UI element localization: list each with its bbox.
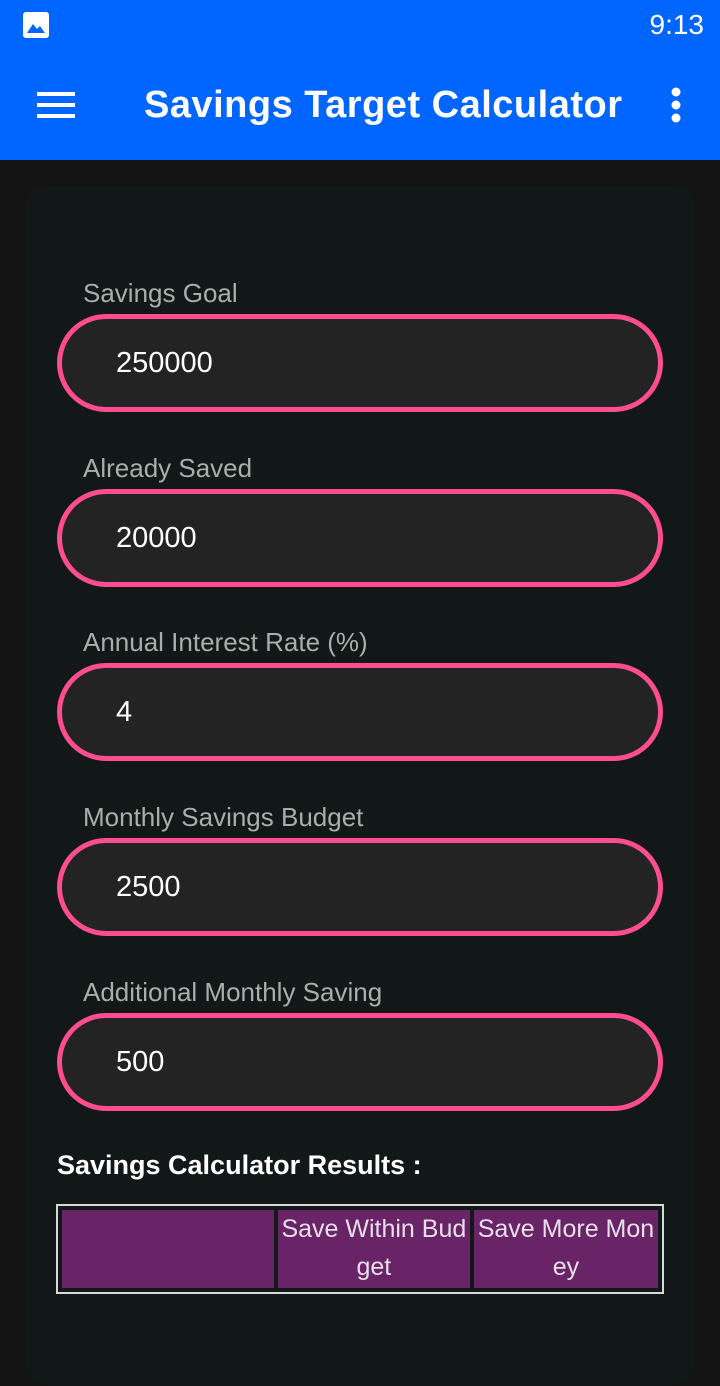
more-options-button[interactable] (656, 77, 696, 133)
results-title: Savings Calculator Results : (57, 1150, 422, 1180)
savings-goal-input[interactable] (57, 314, 663, 412)
status-bar: 9:13 (0, 0, 720, 50)
more-vert-icon (671, 87, 681, 123)
menu-button[interactable] (28, 77, 84, 133)
gallery-icon (23, 12, 49, 38)
status-time: 9:13 (649, 9, 705, 40)
results-header-cell: Save Within Budget (277, 1210, 470, 1288)
monthly-budget-input[interactable] (57, 838, 663, 936)
hamburger-menu-icon (37, 92, 75, 118)
app-title: Savings Target Calculator (144, 84, 623, 126)
app-bar: Savings Target Calculator (0, 50, 720, 160)
interest-rate-label: Annual Interest Rate (%) (83, 627, 368, 657)
monthly-budget-label: Monthly Savings Budget (83, 802, 364, 832)
interest-rate-input[interactable] (57, 663, 663, 761)
results-table: Save Within Budget Save More Money (56, 1204, 664, 1294)
already-saved-input[interactable] (57, 489, 663, 587)
results-header-cell (62, 1210, 274, 1288)
already-saved-label: Already Saved (83, 453, 253, 483)
savings-goal-label: Savings Goal (83, 278, 238, 308)
results-header-cell: Save More Money (473, 1210, 659, 1288)
additional-saving-input[interactable] (57, 1013, 663, 1111)
additional-saving-label: Additional Monthly Saving (83, 977, 383, 1007)
